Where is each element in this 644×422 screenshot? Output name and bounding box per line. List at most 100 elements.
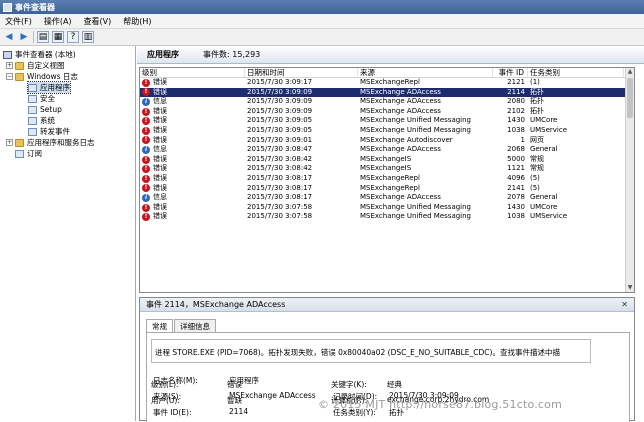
- table-row[interactable]: ! 错误 2015/7/30 3:09:17 MSExchangeRepl 2121 (1…: [140, 78, 634, 88]
- source-cell: MSExchangeIS: [360, 164, 412, 173]
- column-event-id[interactable]: 事件 ID: [493, 68, 528, 77]
- event-viewer-icon: [3, 2, 12, 12]
- tree-log-system[interactable]: 系统: [28, 115, 55, 126]
- column-source[interactable]: 来源: [358, 68, 493, 77]
- table-row[interactable]: ! 错误 2015/7/30 3:08:17 MSExchangeRepl 2141 (5…: [140, 184, 634, 194]
- level-text: 错误: [153, 116, 167, 125]
- tree-windows-logs[interactable]: − Windows 日志: [6, 71, 78, 82]
- forward-icon[interactable]: ▶: [18, 31, 30, 43]
- tree-subscriptions[interactable]: 订阅: [15, 148, 42, 159]
- table-row[interactable]: ! 错误 2015/7/30 3:08:42 MSExchangeIS 1121 常规: [140, 164, 634, 174]
- tree-custom-views[interactable]: + 自定义视图: [6, 60, 65, 71]
- table-row[interactable]: ! 错误 2015/7/30 3:07:58 MSExchange Unified M…: [140, 203, 634, 213]
- menu-help[interactable]: 帮助(H): [123, 16, 151, 27]
- level-cell: ! 错误: [140, 212, 245, 222]
- table-row[interactable]: ! 错误 2015/7/30 3:09:05 MSExchange Unified M…: [140, 126, 634, 136]
- table-row[interactable]: ! 错误 2015/7/30 3:08:42 MSExchangeIS 5000 常规: [140, 155, 634, 165]
- show-hide-icon[interactable]: ▥: [82, 31, 94, 43]
- table-row[interactable]: ! 错误 2015/7/30 3:09:09 MSExchange ADAccess 2…: [140, 87, 634, 98]
- log-icon: [28, 83, 37, 92]
- table-row[interactable]: i 信息 2015/7/30 3:08:17 MSExchange ADAccess 2…: [140, 193, 634, 203]
- expand-icon[interactable]: +: [6, 62, 13, 69]
- user-value: 暂缺: [227, 396, 242, 405]
- task-cell: (5): [530, 183, 540, 192]
- main-pane: 应用程序 事件数: 15,293 级别 日期和时间 来源 事件 ID 任务类别 …: [137, 46, 644, 422]
- source-cell: MSExchange Unified Messaging: [360, 125, 471, 134]
- table-row[interactable]: ! 错误 2015/7/30 3:08:17 MSExchangeRepl 4096 (5…: [140, 174, 634, 184]
- datetime-cell: 2015/7/30 3:08:17: [247, 183, 313, 192]
- level-cell: ! 错误: [140, 136, 245, 146]
- tree-log-security[interactable]: 安全: [28, 93, 55, 104]
- source-cell: MSExchange ADAccess: [360, 87, 441, 96]
- window-title: 事件查看器: [15, 2, 55, 12]
- datetime-cell: 2015/7/30 3:08:42: [247, 164, 313, 173]
- level-text: 错误: [153, 78, 167, 86]
- table-row[interactable]: i 信息 2015/7/30 3:08:47 MSExchange ADAccess 2…: [140, 145, 634, 155]
- event-id-cell: 1430: [507, 202, 525, 211]
- tree-app-services-logs[interactable]: + 应用程序和服务日志: [6, 137, 95, 148]
- table-scrollbar[interactable]: ▲ ▼: [625, 68, 634, 292]
- level-text: 信息: [153, 193, 167, 202]
- collapse-icon[interactable]: −: [6, 73, 13, 80]
- tree-log-application[interactable]: 应用程序: [27, 81, 71, 94]
- scroll-down-icon[interactable]: ▼: [626, 284, 634, 292]
- detail-header: 事件 2114，MSExchange ADAccess ✕: [140, 298, 634, 312]
- column-datetime[interactable]: 日期和时间: [245, 68, 358, 77]
- table-row[interactable]: ! 错误 2015/7/30 3:09:05 MSExchange Unified M…: [140, 116, 634, 126]
- menu-view[interactable]: 查看(V): [84, 16, 112, 27]
- source-cell: MSExchange Unified Messaging: [360, 116, 471, 125]
- datetime-cell: 2015/7/30 3:09:17: [247, 78, 313, 86]
- task-cell: General: [530, 193, 558, 202]
- detail-tabs: 常规 详细信息: [146, 319, 217, 333]
- watermark: © 2015 MJT http://horse87.blog.51cto.com: [318, 398, 562, 411]
- datetime-cell: 2015/7/30 3:09:09: [247, 106, 313, 115]
- event-id-cell: 2114: [507, 87, 525, 96]
- event-id-cell: 2141: [507, 183, 525, 192]
- properties-icon[interactable]: ▦: [52, 31, 64, 43]
- tree-log-forwarded[interactable]: 转发事件: [28, 126, 70, 137]
- event-id-cell: 2068: [507, 145, 525, 154]
- tree-root[interactable]: 事件查看器 (本地): [3, 49, 76, 60]
- column-level[interactable]: 级别: [140, 68, 245, 77]
- event-id-cell: 4096: [507, 173, 525, 182]
- close-icon[interactable]: ✕: [621, 300, 628, 309]
- menu-bar: 文件(F) 操作(A) 查看(V) 帮助(H): [0, 14, 644, 29]
- table-row[interactable]: ! 错误 2015/7/30 3:09:09 MSExchange ADAccess 2…: [140, 107, 634, 117]
- help-icon[interactable]: ?: [67, 31, 79, 43]
- source-cell: MSExchange ADAccess: [360, 145, 441, 154]
- level-cell: ! 错误: [140, 88, 245, 98]
- event-id-cell: 5000: [507, 154, 525, 163]
- datetime-cell: 2015/7/30 3:09:09: [247, 97, 313, 106]
- tab-details[interactable]: 详细信息: [174, 319, 216, 332]
- error-icon: !: [142, 184, 150, 193]
- event-id-cell: 1: [520, 135, 525, 144]
- event-id-cell: 1038: [507, 212, 525, 221]
- menu-file[interactable]: 文件(F): [5, 16, 32, 27]
- log-icon: [28, 105, 37, 114]
- task-cell: 拓扑: [530, 106, 544, 115]
- table-row[interactable]: ! 错误 2015/7/30 3:09:01 MSExchange Autodisco…: [140, 136, 634, 146]
- log-icon: [28, 94, 37, 103]
- tree-log-setup[interactable]: Setup: [28, 104, 62, 115]
- tab-general[interactable]: 常规: [146, 319, 173, 333]
- column-task-category[interactable]: 任务类别: [528, 68, 624, 77]
- folder-icon: [15, 61, 24, 70]
- task-cell: UMCore: [530, 202, 558, 211]
- up-folder-icon[interactable]: ▤: [37, 31, 49, 43]
- scroll-thumb[interactable]: [627, 78, 633, 118]
- error-icon: !: [142, 88, 150, 97]
- event-description[interactable]: 进程 STORE.EXE (PID=7068)。拓扑发现失败，错误 0x8004…: [151, 339, 591, 363]
- back-icon[interactable]: ◀: [3, 31, 15, 43]
- table-row[interactable]: ! 错误 2015/7/30 3:07:58 MSExchange Unified M…: [140, 212, 634, 222]
- scroll-up-icon[interactable]: ▲: [626, 68, 634, 76]
- expand-icon[interactable]: +: [6, 139, 13, 146]
- task-cell: (5): [530, 173, 540, 182]
- table-row[interactable]: i 信息 2015/7/30 3:09:09 MSExchange ADAccess 2…: [140, 97, 634, 107]
- log-icon: [28, 127, 37, 136]
- task-cell: 拓扑: [530, 87, 544, 96]
- computer-icon: [3, 50, 12, 59]
- task-cell: 常规: [530, 164, 544, 173]
- level-cell: ! 错误: [140, 107, 245, 117]
- source-cell: MSExchange ADAccess: [360, 97, 441, 106]
- menu-action[interactable]: 操作(A): [44, 16, 72, 27]
